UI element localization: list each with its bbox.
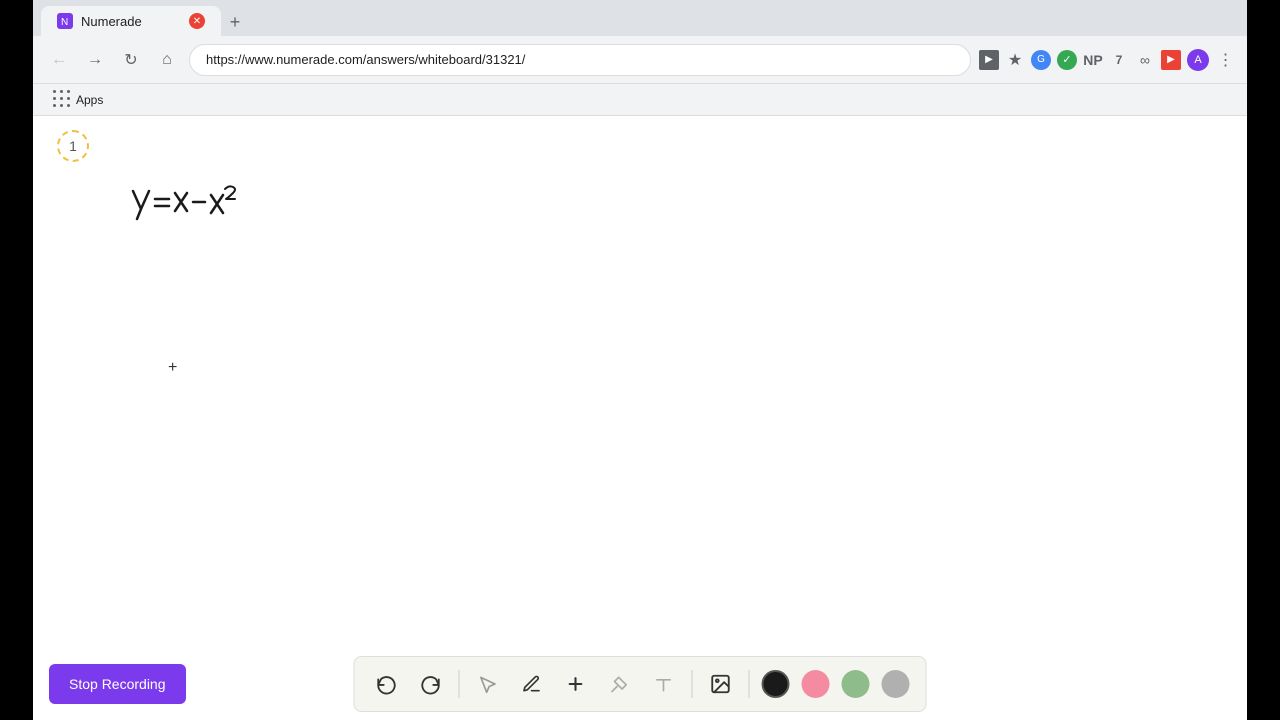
- home-button[interactable]: ⌂: [153, 46, 181, 74]
- url-text: https://www.numerade.com/answers/whitebo…: [206, 52, 525, 67]
- svg-text:N: N: [61, 17, 68, 28]
- color-black-swatch[interactable]: [762, 670, 790, 698]
- back-button[interactable]: ←: [45, 46, 73, 74]
- cursor-crosshair: +: [168, 359, 177, 377]
- reload-button[interactable]: ↻: [117, 46, 145, 74]
- toolbar-separator-3: [749, 670, 750, 698]
- image-tool-button[interactable]: [705, 668, 737, 700]
- text-tool-button[interactable]: [648, 668, 680, 700]
- menu-icon[interactable]: ⋮: [1215, 50, 1235, 70]
- highlighter-tool-button[interactable]: [604, 668, 636, 700]
- extension-icon-5[interactable]: ∞: [1135, 50, 1155, 70]
- tab-bar: N Numerade ✕ +: [33, 0, 1247, 36]
- apps-grid-icon: [53, 90, 72, 109]
- toolbar-separator-2: [692, 670, 693, 698]
- page-number-text: 1: [69, 138, 77, 154]
- math-equation: [123, 181, 263, 241]
- apps-label: Apps: [76, 93, 103, 107]
- add-tool-button[interactable]: [560, 668, 592, 700]
- equation-svg: [123, 181, 263, 236]
- whiteboard-canvas[interactable]: 1 +: [33, 116, 1247, 720]
- stop-recording-button[interactable]: Stop Recording: [49, 664, 186, 704]
- bookmarks-bar: Apps: [33, 84, 1247, 116]
- extension-icon-3[interactable]: NP: [1083, 50, 1103, 70]
- bookmark-star-icon[interactable]: ★: [1005, 50, 1025, 70]
- new-tab-button[interactable]: +: [221, 8, 249, 36]
- cast-icon[interactable]: ▶: [979, 50, 999, 70]
- drawing-toolbar: [354, 656, 927, 712]
- toolbar-separator-1: [459, 670, 460, 698]
- tab-close-button[interactable]: ✕: [189, 13, 205, 29]
- undo-button[interactable]: [371, 668, 403, 700]
- color-green-swatch[interactable]: [842, 670, 870, 698]
- select-tool-button[interactable]: [472, 668, 504, 700]
- redo-button[interactable]: [415, 668, 447, 700]
- browser-toolbar-icons: ▶ ★ G ✓ NP 7 ∞ ▶ A ⋮: [979, 49, 1235, 71]
- extension-icon-6[interactable]: ▶: [1161, 50, 1181, 70]
- color-gray-swatch[interactable]: [882, 670, 910, 698]
- color-pink-swatch[interactable]: [802, 670, 830, 698]
- pen-tool-button[interactable]: [516, 668, 548, 700]
- tab-title: Numerade: [81, 14, 181, 29]
- forward-button[interactable]: →: [81, 46, 109, 74]
- profile-icon[interactable]: A: [1187, 49, 1209, 71]
- tab-favicon: N: [57, 13, 73, 29]
- extension-icon-4[interactable]: 7: [1109, 50, 1129, 70]
- page-number-indicator: 1: [57, 130, 89, 162]
- url-bar[interactable]: https://www.numerade.com/answers/whitebo…: [189, 44, 971, 76]
- extension-icon-2[interactable]: ✓: [1057, 50, 1077, 70]
- address-bar: ← → ↻ ⌂ https://www.numerade.com/answers…: [33, 36, 1247, 84]
- active-tab[interactable]: N Numerade ✕: [41, 6, 221, 36]
- apps-bookmark[interactable]: Apps: [45, 86, 111, 113]
- extension-icon-1[interactable]: G: [1031, 50, 1051, 70]
